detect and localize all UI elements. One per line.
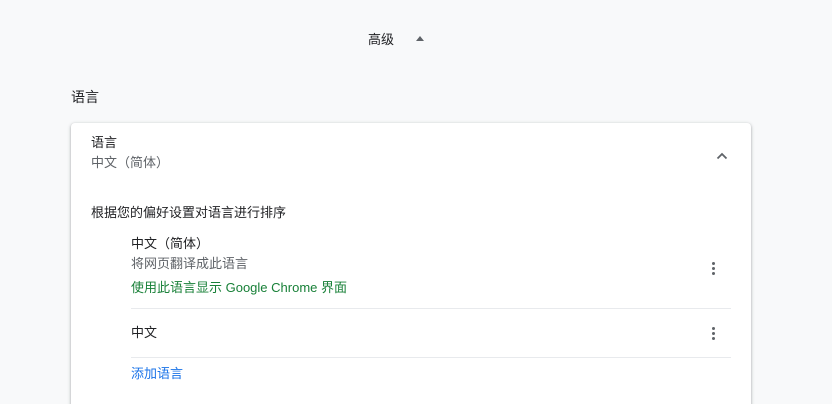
language-subtitle: 将网页翻译成此语言 (131, 256, 249, 271)
settings-page: 高级 语言 语言 中文（简体） 根据您的偏好设置对语言进行排序 中文（简体） 将… (0, 0, 832, 404)
arrow-up-icon (416, 35, 425, 41)
list-item: 中文（简体） 将网页翻译成此语言 使用此语言显示 Google Chrome 界… (131, 227, 731, 309)
language-name: 中文（简体） (131, 236, 210, 251)
more-vert-icon[interactable] (705, 258, 721, 278)
advanced-label: 高级 (368, 31, 395, 47)
language-ui-note: 使用此语言显示 Google Chrome 界面 (131, 280, 347, 295)
advanced-toggle-button[interactable]: 高级 (368, 26, 425, 50)
section-title: 语言 (71, 89, 99, 105)
order-description: 根据您的偏好设置对语言进行排序 (91, 205, 287, 220)
language-name: 中文 (131, 325, 158, 340)
languages-header-value: 中文（简体） (91, 155, 170, 170)
list-item: 中文 (131, 309, 731, 358)
languages-card: 语言 中文（简体） 根据您的偏好设置对语言进行排序 中文（简体） 将网页翻译成此… (71, 123, 751, 404)
languages-expand-header[interactable]: 语言 中文（简体） (91, 135, 731, 177)
languages-header-title: 语言 (91, 135, 118, 150)
language-list: 中文（简体） 将网页翻译成此语言 使用此语言显示 Google Chrome 界… (131, 227, 731, 358)
more-vert-icon[interactable] (705, 323, 721, 343)
chevron-up-icon[interactable] (713, 147, 731, 165)
add-language-link[interactable]: 添加语言 (131, 363, 183, 382)
